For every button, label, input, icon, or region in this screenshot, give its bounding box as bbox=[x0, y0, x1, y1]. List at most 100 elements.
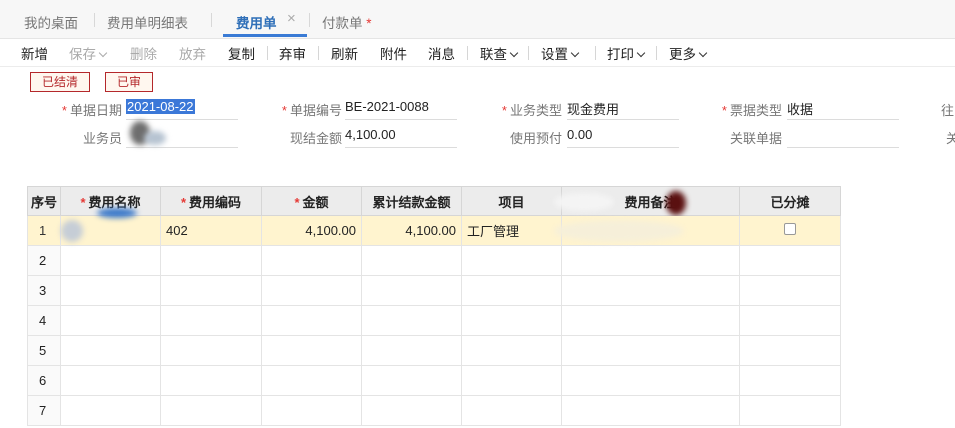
project-cell[interactable] bbox=[461, 275, 562, 306]
bill-type-label: * 票据类型 bbox=[700, 100, 782, 119]
related-doc-field[interactable] bbox=[787, 127, 899, 148]
bill-type-field[interactable]: 收据 bbox=[787, 99, 899, 120]
table-row[interactable]: 5 bbox=[27, 335, 841, 366]
expense-code-cell[interactable] bbox=[160, 245, 262, 276]
expense-code-cell[interactable] bbox=[160, 395, 262, 426]
row-number: 3 bbox=[27, 275, 61, 306]
expense-name-cell[interactable] bbox=[60, 305, 161, 336]
column-header-expense-note[interactable]: 费用备注 bbox=[554, 186, 740, 216]
expense-code-cell[interactable] bbox=[160, 335, 262, 366]
expense-name-cell[interactable] bbox=[60, 245, 161, 276]
salesperson-field[interactable] bbox=[126, 121, 238, 148]
tab-bar: 我的桌面 费用单明细表 费用单 × 付款单 * bbox=[0, 0, 955, 39]
project-cell[interactable]: 工厂管理 bbox=[461, 215, 562, 246]
table-row[interactable]: 7 bbox=[27, 395, 841, 426]
audited-status-badge: 已审 bbox=[105, 72, 153, 92]
project-cell[interactable] bbox=[461, 335, 562, 366]
column-header-label: 费用编码 bbox=[189, 194, 242, 210]
bill-type-value: 收据 bbox=[787, 102, 814, 117]
amount-cell[interactable]: 4,100.00 bbox=[261, 215, 362, 246]
tab-expense-bill[interactable]: 费用单 bbox=[236, 12, 277, 32]
amount-cell[interactable] bbox=[261, 335, 362, 366]
amount-cell[interactable] bbox=[261, 245, 362, 276]
amount-cell[interactable] bbox=[261, 275, 362, 306]
allocated-checkbox[interactable] bbox=[784, 223, 796, 235]
doc-date-label: * 单据日期 bbox=[40, 100, 122, 119]
expense-note-cell[interactable] bbox=[561, 275, 740, 306]
message-button[interactable]: 消息 bbox=[428, 43, 455, 63]
expense-name-cell[interactable] bbox=[60, 208, 161, 246]
table-row[interactable]: 1 402 4,100.00 4,100.00 工厂管理 bbox=[27, 208, 841, 246]
copy-button[interactable]: 复制 bbox=[228, 43, 255, 63]
delete-button[interactable]: 删除 bbox=[130, 43, 157, 63]
expense-note-cell[interactable] bbox=[561, 365, 740, 396]
column-header-amount[interactable]: * 金额 bbox=[261, 186, 362, 216]
expense-name-cell[interactable] bbox=[60, 365, 161, 396]
truncated-label: 往 bbox=[941, 103, 955, 118]
table-row[interactable]: 4 bbox=[27, 305, 841, 336]
project-cell[interactable] bbox=[461, 305, 562, 336]
project-cell[interactable] bbox=[461, 245, 562, 276]
project-cell[interactable] bbox=[461, 365, 562, 396]
paid-total-cell bbox=[361, 365, 462, 396]
allocated-cell bbox=[739, 395, 841, 426]
expense-note-cell[interactable] bbox=[561, 305, 740, 336]
redacted-mark bbox=[666, 191, 686, 215]
business-type-field[interactable]: 现金费用 bbox=[567, 99, 679, 120]
print-menu[interactable]: 打印 bbox=[607, 43, 646, 63]
expense-name-cell[interactable] bbox=[60, 275, 161, 306]
close-icon[interactable]: × bbox=[287, 10, 296, 27]
amount-cell[interactable] bbox=[261, 365, 362, 396]
chevron-down-icon bbox=[98, 48, 108, 58]
allocated-cell bbox=[739, 335, 841, 366]
table-row[interactable]: 3 bbox=[27, 275, 841, 306]
modified-indicator: * bbox=[366, 16, 372, 31]
paid-total-cell bbox=[361, 245, 462, 276]
column-header-label: 金额 bbox=[302, 194, 329, 210]
tab-expense-detail-report[interactable]: 费用单明细表 bbox=[107, 12, 188, 32]
more-label: 更多 bbox=[669, 47, 696, 62]
column-header-expense-code[interactable]: * 费用编码 bbox=[160, 186, 262, 216]
doc-date-field[interactable]: 2021-08-22 bbox=[126, 99, 238, 120]
expense-note-cell[interactable] bbox=[561, 335, 740, 366]
refresh-button[interactable]: 刷新 bbox=[331, 43, 358, 63]
save-button[interactable]: 保存 bbox=[69, 43, 108, 63]
expense-code-cell[interactable]: 402 bbox=[160, 215, 262, 246]
settings-menu[interactable]: 设置 bbox=[541, 43, 580, 63]
expense-note-cell[interactable] bbox=[561, 245, 740, 276]
column-header-paid-total[interactable]: 累计结款金额 bbox=[361, 186, 462, 216]
prepayment-field[interactable]: 0.00 bbox=[567, 127, 679, 148]
tab-my-desktop[interactable]: 我的桌面 bbox=[24, 12, 78, 32]
expense-name-cell[interactable] bbox=[60, 335, 161, 366]
tab-label: 付款单 bbox=[322, 16, 363, 31]
linked-query-menu[interactable]: 联查 bbox=[480, 43, 519, 63]
active-tab-indicator bbox=[223, 34, 307, 37]
new-button[interactable]: 新增 bbox=[21, 43, 48, 63]
table-row[interactable]: 6 bbox=[27, 365, 841, 396]
expense-code-cell[interactable] bbox=[160, 305, 262, 336]
unaudit-button[interactable]: 弃审 bbox=[279, 43, 306, 63]
cash-amount-field[interactable]: 4,100.00 bbox=[345, 127, 457, 148]
expense-note-cell[interactable] bbox=[554, 215, 740, 246]
expense-note-cell[interactable] bbox=[561, 395, 740, 426]
amount-cell[interactable] bbox=[261, 395, 362, 426]
amount-cell[interactable] bbox=[261, 305, 362, 336]
table-row[interactable]: 2 bbox=[27, 245, 841, 276]
discard-button[interactable]: 放弃 bbox=[179, 43, 206, 63]
column-header-allocated[interactable]: 已分摊 bbox=[739, 186, 841, 216]
column-header-project[interactable]: 项目 bbox=[461, 186, 562, 216]
expense-code-cell[interactable] bbox=[160, 275, 262, 306]
expense-code-cell[interactable] bbox=[160, 365, 262, 396]
more-menu[interactable]: 更多 bbox=[669, 43, 708, 63]
doc-date-value: 2021-08-22 bbox=[126, 99, 195, 114]
row-number: 1 bbox=[27, 215, 61, 246]
project-cell[interactable] bbox=[461, 395, 562, 426]
tab-payment-bill[interactable]: 付款单 * bbox=[322, 12, 372, 32]
truncated-label: 关 bbox=[946, 131, 955, 146]
doc-number-field[interactable]: BE-2021-0088 bbox=[345, 99, 457, 120]
doc-number-label: * 单据编号 bbox=[260, 100, 342, 119]
row-number: 4 bbox=[27, 305, 61, 336]
expense-name-cell[interactable] bbox=[60, 395, 161, 426]
redacted-mark bbox=[554, 220, 684, 242]
attachment-button[interactable]: 附件 bbox=[380, 43, 407, 63]
